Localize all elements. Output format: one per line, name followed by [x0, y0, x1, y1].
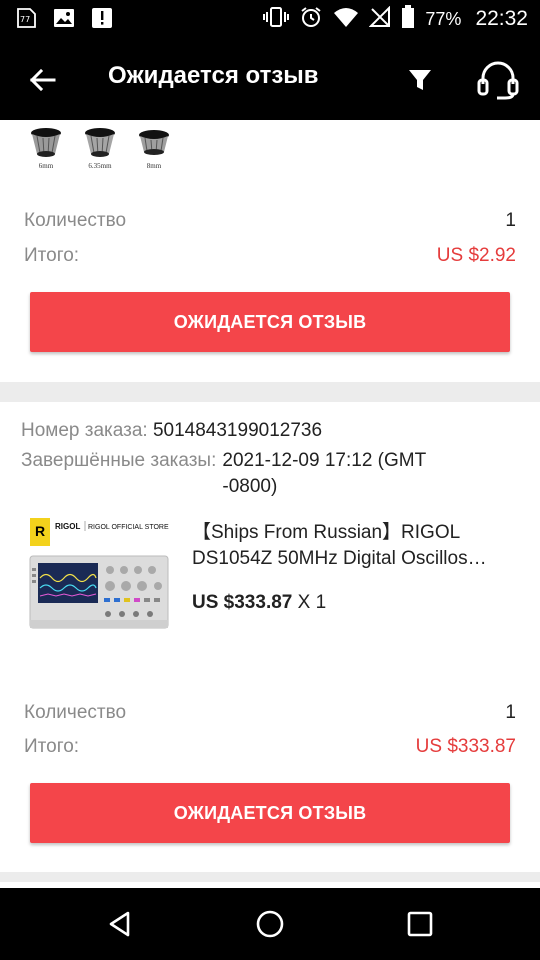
awaiting-review-button[interactable]: ОЖИДАЕТСЯ ОТЗЫВ	[30, 292, 510, 352]
completed-date: 2021-12-09 17:12 (GMT -0800)	[222, 448, 426, 500]
store-logo: RIGOL	[55, 522, 80, 531]
sim-icon: 77	[14, 6, 38, 30]
clock: 22:32	[475, 7, 528, 30]
system-nav-bar	[0, 888, 540, 960]
thumb-label: 6mm	[38, 162, 54, 170]
filter-button[interactable]	[398, 58, 442, 102]
order-card: 6mm 6.35mm 8mm Количество 1 Итого: US $2…	[0, 120, 540, 382]
headset-icon	[477, 61, 519, 100]
awaiting-review-button[interactable]: ОЖИДАЕТСЯ ОТЗЫВ	[30, 783, 510, 843]
quantity-row: Количество 1	[24, 210, 516, 232]
quantity-label: Количество	[24, 702, 127, 723]
quantity-row: Количество 1	[24, 702, 516, 724]
total-label: Итого:	[24, 245, 80, 266]
collet-thumb: 6.35mm	[82, 126, 118, 170]
total-row: Итого: US $333.87	[24, 736, 516, 758]
total-row: Итого: US $2.92	[24, 245, 516, 267]
svg-text:77: 77	[20, 15, 30, 24]
alert-icon	[90, 6, 114, 30]
product-title[interactable]: 【Ships From Russian】RIGOL DS1054Z 50MHz …	[192, 520, 514, 572]
completed-row: Завершённые заказы: 2021-12-09 17:12 (GM…	[21, 448, 501, 500]
product-thumbnail[interactable]: 6mm 6.35mm 8mm	[28, 126, 172, 170]
recents-square-icon	[407, 911, 433, 937]
thumb-label: 6.35mm	[88, 162, 112, 170]
total-value: US $333.87	[415, 736, 516, 757]
support-button[interactable]	[474, 56, 522, 104]
status-bar: 77 77% 22:32	[0, 0, 540, 38]
thumb-label: 8mm	[146, 162, 162, 170]
store-logo-subtext: RIGOL OFFICIAL STORE	[88, 524, 169, 531]
page-title: Ожидается отзыв	[108, 62, 319, 89]
collet-thumb: 8mm	[136, 126, 172, 170]
order-list[interactable]: 6mm 6.35mm 8mm Количество 1 Итого: US $2…	[0, 120, 540, 888]
order-card: Номер заказа: 5014843199012736 Завершённ…	[0, 402, 540, 872]
battery-percent: 77%	[425, 8, 462, 29]
product-title-line: 【Ships From Russian】RIGOL	[192, 522, 461, 543]
home-circle-icon	[256, 910, 284, 938]
collet-thumb: 6mm	[28, 126, 64, 170]
nav-recents-button[interactable]	[400, 904, 440, 944]
wifi-icon	[333, 6, 359, 33]
completed-date-line: 2021-12-09 17:12 (GMT	[222, 450, 427, 471]
svg-text:R: R	[35, 523, 45, 539]
back-button[interactable]	[20, 58, 64, 102]
app-bar: Ожидается отзыв	[0, 38, 540, 120]
total-value: US $2.92	[436, 245, 516, 266]
screen: 77 77% 22:32 Ожидается отзыв 6mm 6.35mm …	[0, 0, 540, 960]
total-label: Итого:	[24, 736, 80, 757]
completed-date-line: -0800)	[222, 476, 278, 497]
product-title-line: DS1054Z 50MHz Digital Oscillos…	[192, 548, 487, 569]
no-signal-icon	[368, 5, 391, 33]
completed-label: Завершённые заказы:	[21, 450, 217, 471]
order-number-label: Номер заказа:	[21, 420, 148, 441]
vibrate-icon	[263, 6, 290, 33]
nav-back-button[interactable]	[100, 904, 140, 944]
quantity-label: Количество	[24, 210, 127, 231]
order-number: 5014843199012736	[152, 420, 323, 441]
product-price-row: US $333.87 X 1	[192, 592, 326, 614]
back-triangle-icon	[109, 911, 130, 937]
quantity-value: 1	[505, 210, 516, 231]
product-image[interactable]: R RIGOL RIGOL OFFICIAL STORE	[28, 516, 170, 658]
back-arrow-icon	[29, 68, 56, 92]
battery-icon	[401, 4, 415, 34]
filter-icon	[409, 70, 431, 90]
alarm-icon	[299, 5, 323, 34]
product-price: US $333.87	[192, 592, 293, 613]
quantity-value: 1	[505, 702, 516, 723]
nav-home-button[interactable]	[250, 904, 290, 944]
order-number-row: Номер заказа: 5014843199012736	[21, 420, 322, 442]
product-quantity: X 1	[297, 592, 327, 613]
image-icon	[52, 6, 76, 30]
